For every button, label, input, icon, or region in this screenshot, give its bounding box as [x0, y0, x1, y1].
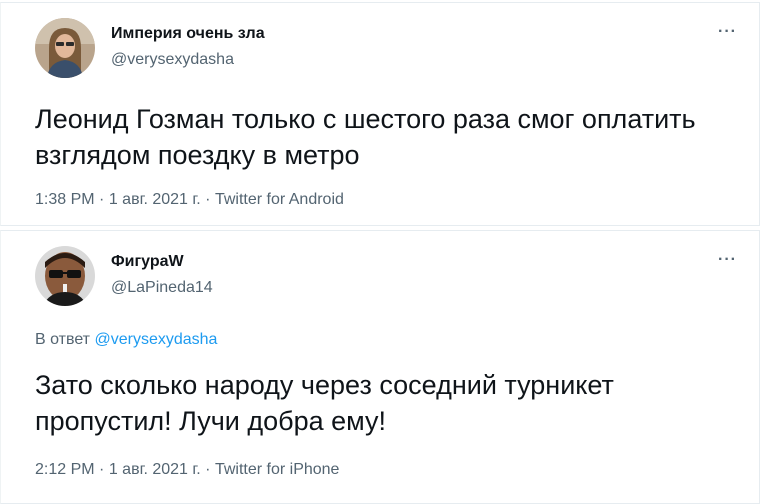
display-name[interactable]: ФигураW: [111, 253, 184, 271]
more-options-icon[interactable]: ···: [718, 23, 737, 41]
tweet-text: Леонид Гозман только с шестого раза смог…: [35, 104, 696, 170]
tweet-time-link[interactable]: 2:12 PM: [35, 461, 95, 478]
tweet-time-link[interactable]: 1:38 PM: [35, 191, 95, 208]
tweet-card[interactable]: ФигураW @LaPineda14 ··· В ответ @verysex…: [0, 230, 760, 504]
separator: ·: [99, 461, 105, 478]
separator: ·: [205, 191, 211, 208]
avatar[interactable]: [35, 18, 95, 78]
tweet-date-link[interactable]: 1 авг. 2021 г.: [109, 191, 201, 208]
user-avatar-man-sunglasses-icon: [35, 246, 95, 306]
more-options-icon[interactable]: ···: [718, 251, 737, 269]
reply-mention-link[interactable]: @verysexydasha: [94, 331, 217, 348]
tweet-text: Зато сколько народу через соседний турни…: [35, 370, 614, 436]
reply-context: В ответ @verysexydasha: [35, 331, 217, 349]
separator: ·: [205, 461, 211, 478]
reply-prefix: В ответ: [35, 331, 91, 348]
tweet-meta: 1:38 PM · 1 авг. 2021 г. · Twitter for A…: [35, 191, 344, 209]
tweet-thread: Империя очень зла @verysexydasha ··· Лео…: [0, 0, 760, 504]
tweet-source-link[interactable]: Twitter for iPhone: [215, 461, 340, 478]
tweet-date-link[interactable]: 1 авг. 2021 г.: [109, 461, 201, 478]
user-avatar-woman-icon: [35, 18, 95, 78]
user-handle[interactable]: @LaPineda14: [111, 279, 213, 297]
tweet-meta: 2:12 PM · 1 авг. 2021 г. · Twitter for i…: [35, 461, 339, 479]
avatar[interactable]: [35, 246, 95, 306]
user-handle[interactable]: @verysexydasha: [111, 51, 234, 69]
separator: ·: [99, 191, 105, 208]
display-name[interactable]: Империя очень зла: [111, 25, 265, 43]
tweet-source-link[interactable]: Twitter for Android: [215, 191, 344, 208]
tweet-card[interactable]: Империя очень зла @verysexydasha ··· Лео…: [0, 2, 760, 226]
